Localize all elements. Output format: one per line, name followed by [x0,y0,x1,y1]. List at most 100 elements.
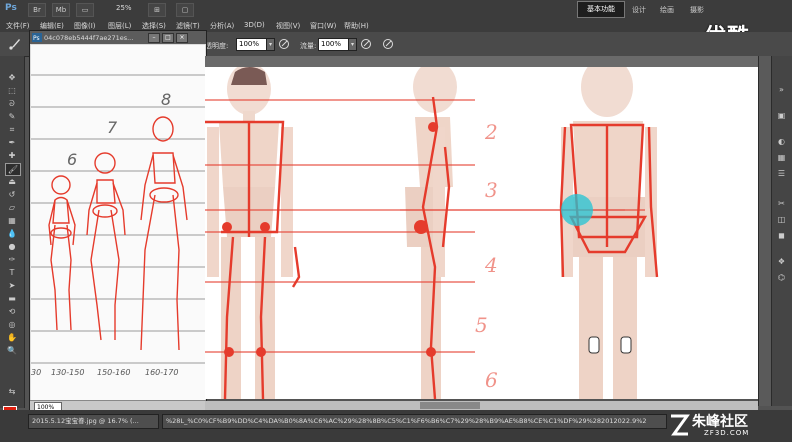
crop-tool-icon[interactable]: ⌗ [5,124,19,135]
move-tool-icon[interactable]: ✥ [5,72,19,83]
zf3d-logo-icon [671,414,690,436]
navigator-panel-icon[interactable]: ▣ [775,110,788,121]
brand-url: ZF3D.COM [704,429,750,437]
main-canvas[interactable]: 2 3 4 5 6 [205,67,758,399]
zoom-tool-icon[interactable]: 🔍 [5,345,19,356]
eyedropper-icon[interactable]: ✒ [5,137,19,148]
color-panel-icon[interactable]: ◐ [775,136,788,147]
floating-document-window[interactable]: Ps 04c078eb5444f7ae271es... – □ × 6 7 8 [29,30,207,414]
menu-help[interactable]: 帮助(H) [344,21,369,31]
eraser-icon[interactable]: ▱ [5,202,19,213]
workspace-photo[interactable]: 摄影 [690,5,704,15]
menu-3d[interactable]: 3D(D) [244,21,265,29]
styles-panel-icon[interactable]: ☰ [775,168,788,179]
sketch-figure-tall [140,116,188,351]
marquee-tool-icon[interactable]: ⬚ [5,85,19,96]
close-button[interactable]: × [176,33,188,43]
brush-icon[interactable] [8,37,22,51]
sketch-canvas[interactable]: 6 7 8 30 130-150 150-160 160-170 [31,45,205,400]
maximize-button[interactable]: □ [162,33,174,43]
sketch-number-6: 6 [67,150,77,169]
paths-panel-icon[interactable]: ⌬ [775,272,788,283]
3d-orbit-icon[interactable]: ◎ [5,319,19,330]
channels-panel-icon[interactable]: ❖ [775,256,788,267]
panel-collapse-icon[interactable]: » [775,84,788,95]
stamp-tool-icon[interactable]: ⏏ [5,176,19,187]
canvas-pasteboard [205,56,758,67]
document-tab[interactable]: 2015.5.12宝宝眷.jpg @ 16.7% (... [28,414,159,429]
dodge-tool-icon[interactable]: ● [5,241,19,252]
flow-dropdown[interactable]: ▾ [348,38,357,51]
workspace-paint[interactable]: 绘画 [660,5,674,15]
ps-doc-icon: Ps [32,33,42,42]
ruler-number-4: 4 [484,253,498,277]
document-title-bar[interactable]: Ps 04c078eb5444f7ae271es... – □ × [30,31,206,44]
workspace-basic-button[interactable]: 基本功能 [577,1,625,18]
lasso-tool-icon[interactable]: ᘐ [5,98,19,109]
brush-tool-button[interactable]: 🖌 [5,163,21,176]
cursor-brush-marker [561,194,593,226]
path-select-icon[interactable]: ➤ [5,280,19,291]
workspace-design[interactable]: 设计 [632,5,646,15]
document-title: 04c078eb5444f7ae271es... [44,34,134,42]
minimize-button[interactable]: – [148,33,160,43]
swatches-panel-icon[interactable]: ▦ [775,152,788,163]
menu-analysis[interactable]: 分析(A) [210,21,234,31]
ps-logo: Ps [5,3,17,13]
svg-text:Ps: Ps [33,35,40,42]
menu-view[interactable]: 视图(V) [276,21,300,31]
gradient-icon[interactable]: ▦ [5,215,19,226]
ruler-number-2: 2 [484,120,498,144]
app-bar: Ps Br Mb ▭ 25% ⊞ ▢ 基本功能 设计 绘画 摄影 [0,0,792,19]
airbrush-icon[interactable] [360,38,372,50]
sketch-label-150-160: 150-160 [97,368,130,377]
opacity-dropdown[interactable]: ▾ [266,38,275,51]
opacity-label: 透明度: [205,42,229,50]
healing-brush-icon[interactable]: ✚ [5,150,19,161]
mb-icon[interactable]: Mb [52,3,70,17]
layers-panel-icon[interactable]: ◼ [775,230,788,241]
sketch-figure-small [48,175,76,331]
vertical-scrollbar[interactable] [758,56,771,406]
screen-mode-icon[interactable]: ▢ [176,3,194,17]
type-tool-icon[interactable]: T [5,267,19,278]
menu-file[interactable]: 文件(F) [6,21,30,31]
br-icon[interactable]: Br [28,3,46,17]
history-brush-icon[interactable]: ↺ [5,189,19,200]
scrollbar-thumb[interactable] [420,402,480,409]
swap-colors-icon[interactable]: ⇆ [5,386,19,397]
proportion-sketch: 6 7 8 30 130-150 150-160 160-170 [31,74,205,377]
masks-panel-icon[interactable]: ◫ [775,214,788,225]
pen-tool-icon[interactable]: ✑ [5,254,19,265]
ruler-number-5: 5 [475,313,488,337]
brand-name: 朱峰社区 [692,414,748,430]
sketch-number-8: 8 [161,90,171,109]
layout-icon[interactable]: ▭ [76,3,94,17]
doll-back-view [561,67,657,399]
pressure-opacity-icon[interactable] [278,38,290,50]
document-tabs-bar: 2015.5.12宝宝眷.jpg @ 16.7% (... %28L_%C0%C… [0,410,792,442]
document-tab-url[interactable]: %28L_%C0%CF%B9%DD%C4%DA%B0%8A%C6%AC%29%2… [162,414,667,429]
adjustments-panel-icon[interactable]: ✂ [775,198,788,209]
3d-rotate-icon[interactable]: ⟲ [5,306,19,317]
ruler-number-3: 3 [485,178,498,202]
sketch-label-130-150: 130-150 [51,368,84,377]
blur-tool-icon[interactable]: 💧 [5,228,19,239]
quick-select-icon[interactable]: ✎ [5,111,19,122]
flow-label: 流量: [300,42,317,50]
ruler-number-6: 6 [485,368,498,392]
arrange-icon[interactable]: ⊞ [148,3,166,17]
sketch-figure-medium [86,152,126,341]
doll-reference-image: 2 3 4 5 6 [205,67,659,399]
sketch-number-7: 7 [107,118,118,137]
hand-tool-icon[interactable]: ✋ [5,332,19,343]
pressure-size-icon[interactable] [382,38,394,50]
shape-tool-icon[interactable]: ▬ [5,293,19,304]
menu-window[interactable]: 窗口(W) [310,21,336,31]
sketch-label-30: 30 [31,368,41,377]
horizontal-scrollbar[interactable] [205,401,758,410]
zoom-level[interactable]: 25% [116,4,132,12]
flow-input[interactable]: 100% [318,38,350,51]
tools-panel: ✥ ⬚ ᘐ ✎ ⌗ ✒ ✚ 🖌 ⏏ ↺ ▱ ▦ 💧 ● ✑ T ➤ ▬ ⟲ ◎ … [0,56,25,408]
opacity-input[interactable]: 100% [236,38,268,51]
